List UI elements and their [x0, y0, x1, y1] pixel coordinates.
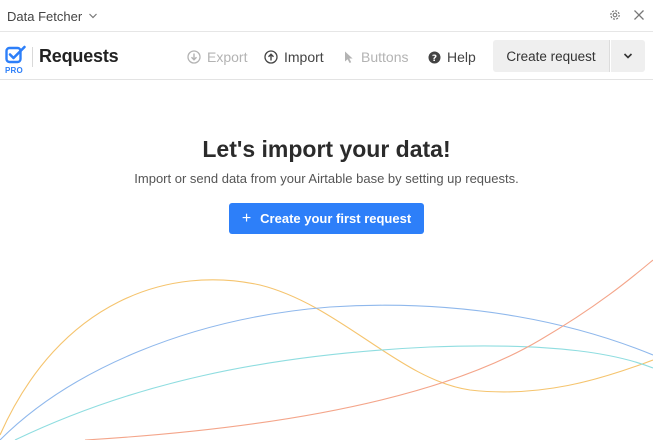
export-button[interactable]: Export — [187, 47, 247, 67]
export-label: Export — [207, 49, 248, 65]
curve-teal — [14, 345, 653, 440]
cta-label: Create your first request — [260, 211, 412, 226]
import-icon — [264, 50, 278, 64]
empty-state-heading: Let's import your data! — [202, 136, 451, 162]
create-first-request-button[interactable]: + Create your first request — [229, 203, 424, 234]
import-label: Import — [284, 49, 324, 65]
app-name: Data Fetcher — [7, 8, 83, 24]
app-switcher[interactable]: Data Fetcher — [7, 7, 98, 25]
app-logo: PRO — [5, 45, 27, 77]
plus-icon: + — [241, 209, 252, 227]
import-button[interactable]: Import — [264, 47, 324, 67]
gear-icon[interactable] — [608, 8, 622, 22]
divider — [32, 47, 33, 67]
svg-text:?: ? — [432, 53, 437, 63]
create-request-button[interactable]: Create request — [493, 40, 610, 72]
export-icon — [187, 50, 201, 64]
chevron-down-icon — [623, 53, 633, 59]
title-bar: Data Fetcher — [0, 0, 653, 32]
buttons-label: Buttons — [361, 49, 409, 65]
empty-state-description: Import or send data from your Airtable b… — [134, 171, 519, 186]
toolbar: PRO Requests Export Import Buttons ? Hel… — [0, 33, 653, 80]
help-label: Help — [447, 49, 476, 65]
cursor-icon — [345, 51, 353, 63]
curve-blue — [0, 304, 653, 440]
decorative-curves — [0, 259, 653, 440]
create-request-menu-button[interactable] — [611, 40, 645, 72]
help-button[interactable]: ? Help — [428, 47, 476, 67]
close-icon[interactable] — [632, 8, 646, 22]
page-title: Requests — [39, 46, 119, 66]
buttons-button[interactable]: Buttons — [343, 47, 408, 67]
chevron-down-icon — [89, 13, 98, 19]
help-icon: ? — [428, 51, 441, 63]
checkbox-logo-icon — [5, 45, 26, 64]
pro-badge: PRO — [5, 66, 23, 75]
